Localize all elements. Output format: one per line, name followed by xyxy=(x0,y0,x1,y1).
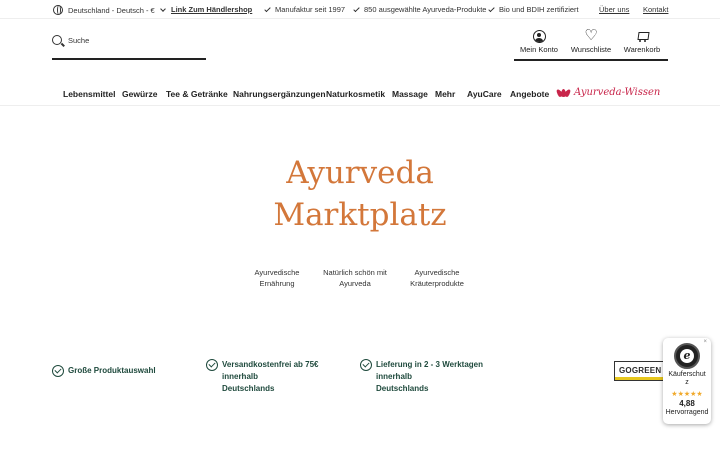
nav-item-gewuerze[interactable]: Gewürze xyxy=(122,89,157,99)
user-icon xyxy=(532,30,546,43)
search-input[interactable] xyxy=(68,33,198,47)
check-circle-icon xyxy=(360,359,372,371)
rating-value: 4,88 xyxy=(679,399,695,408)
lotus-icon xyxy=(555,88,572,98)
cart-button[interactable]: Warenkorb xyxy=(617,30,667,54)
rating-label: Hervorragend xyxy=(665,409,709,416)
check-icon xyxy=(264,5,271,12)
category-link-schoen[interactable]: Natürlich schön mit Ayurveda xyxy=(318,267,392,289)
nav-item-lebensmittel[interactable]: Lebensmittel xyxy=(63,89,115,99)
badge-title: Käuferschut z xyxy=(668,371,706,386)
cart-label: Warenkorb xyxy=(623,45,661,54)
check-icon xyxy=(488,5,495,12)
claim-manufaktur: Manufaktur seit 1997 xyxy=(264,5,345,14)
header-actions: Mein Konto ♡ Wunschliste Warenkorb xyxy=(514,27,668,61)
nav-item-tee[interactable]: Tee & Getränke xyxy=(166,89,228,99)
trust-badge[interactable]: × e Käuferschut z ★★★★★ 4,88 Hervorragen… xyxy=(663,338,711,424)
cart-icon xyxy=(636,30,649,43)
nav-item-ayucare[interactable]: AyuCare xyxy=(467,89,502,99)
ayurveda-wissen-label: Ayurveda-Wissen xyxy=(574,87,661,98)
contact-link[interactable]: Kontakt xyxy=(643,5,668,14)
nav-item-naturkosmetik[interactable]: Naturkosmetik xyxy=(326,89,385,99)
account-button[interactable]: Mein Konto xyxy=(514,30,564,54)
claim-products: 850 ausgewählte Ayurveda-Produkte xyxy=(353,5,486,14)
nav-item-angebote[interactable]: Angebote xyxy=(510,89,549,99)
heart-icon: ♡ xyxy=(584,27,598,44)
about-link[interactable]: Über uns xyxy=(599,5,629,14)
nav-item-massage[interactable]: Massage xyxy=(392,89,428,99)
search-icon[interactable] xyxy=(52,35,62,45)
check-circle-icon xyxy=(206,359,218,371)
main-nav: Lebensmittel Gewürze Tee & Getränke Nahr… xyxy=(0,84,720,106)
page-title: Ayurveda Marktplatz xyxy=(273,155,447,233)
nav-item-mehr[interactable]: Mehr xyxy=(435,89,455,99)
usp-product-range: Große Produktauswahl xyxy=(52,365,192,377)
locale-label: Deutschland - Deutsch - € xyxy=(68,5,155,15)
wishlist-button[interactable]: ♡ Wunschliste xyxy=(566,27,616,54)
close-icon[interactable]: × xyxy=(703,339,707,345)
claim-certified: Bio und BDIH zertifiziert xyxy=(488,5,579,14)
nav-item-nahrungsergaenzungen[interactable]: Nahrungsergänzungen xyxy=(233,89,326,99)
check-icon xyxy=(353,5,360,12)
nav-item-ayurveda-wissen[interactable]: Ayurveda-Wissen xyxy=(555,87,661,98)
account-label: Mein Konto xyxy=(520,45,558,54)
dealer-shop-link[interactable]: Link Zum Händlershop xyxy=(171,5,252,14)
chevron-down-icon xyxy=(159,5,166,12)
category-link-kraeuter[interactable]: Ayurvedische Kräuterprodukte xyxy=(404,267,470,289)
trust-seal-icon: e xyxy=(674,343,700,369)
category-link-ernaehrung[interactable]: Ayurvedische Ernährung xyxy=(244,267,310,289)
star-rating-icon: ★★★★★ xyxy=(671,391,703,398)
usp-delivery: Lieferung in 2 - 3 Werktagen innerhalb D… xyxy=(360,359,520,395)
check-circle-icon xyxy=(52,365,64,377)
wishlist-label: Wunschliste xyxy=(570,45,612,54)
globe-icon xyxy=(53,5,63,15)
search-bar xyxy=(52,30,206,60)
locale-selector[interactable]: Deutschland - Deutsch - € xyxy=(53,5,166,15)
top-bar: Deutschland - Deutsch - € Link Zum Händl… xyxy=(0,0,720,19)
usp-free-shipping: Versandkostenfrei ab 75€ innerhalb Deuts… xyxy=(206,359,356,395)
